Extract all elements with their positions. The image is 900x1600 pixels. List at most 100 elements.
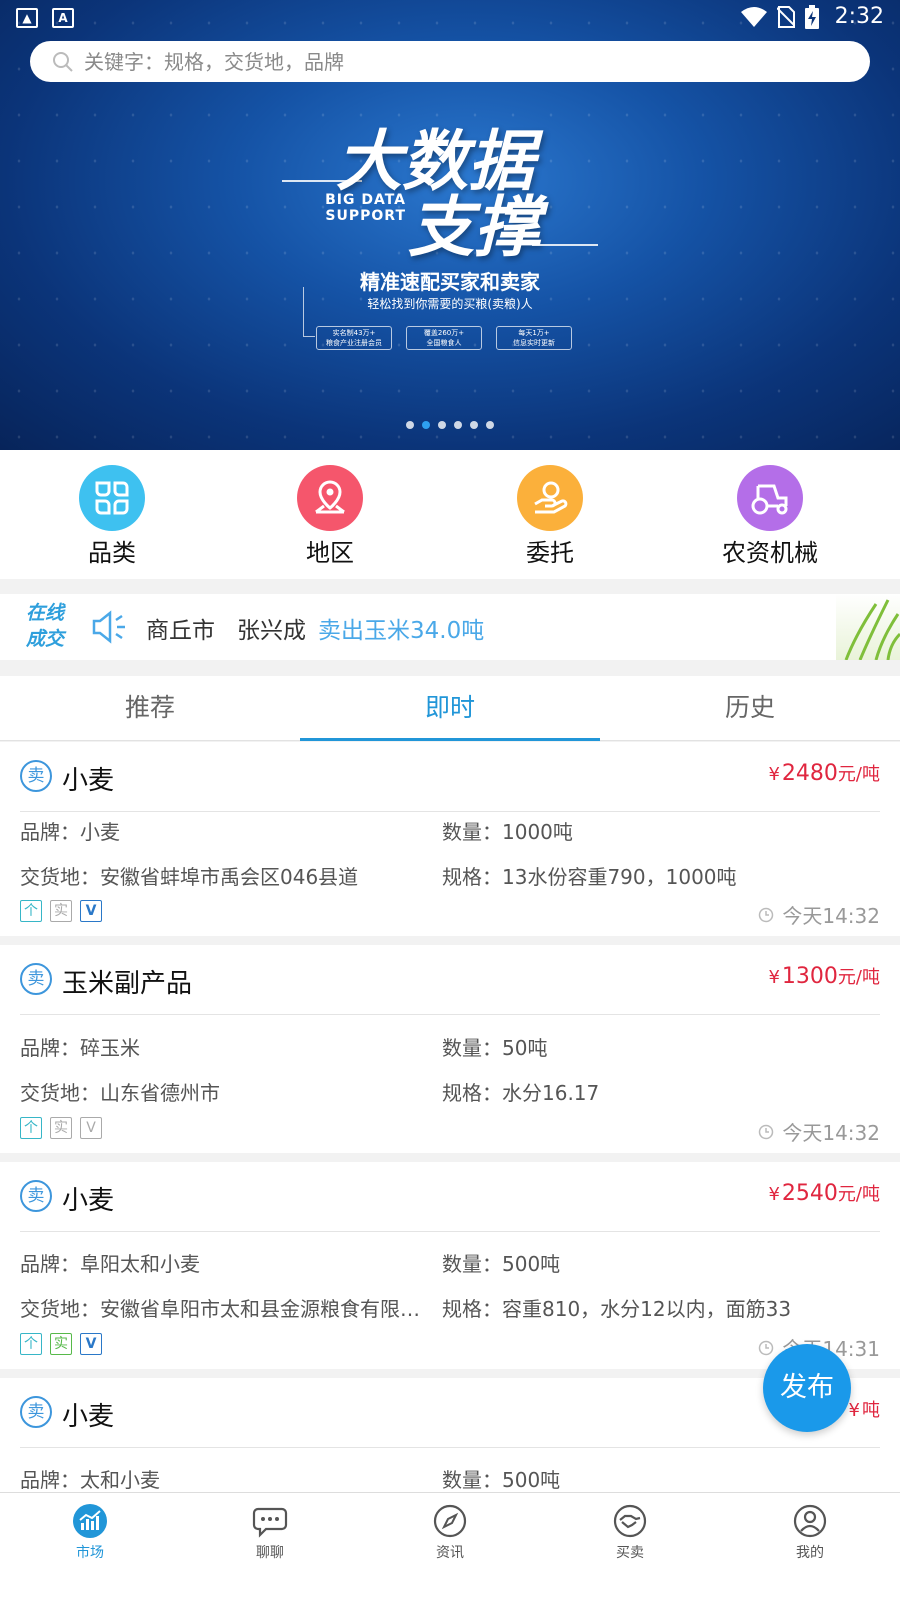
speaker-icon: [92, 610, 125, 644]
banner-page-indicator[interactable]: [0, 421, 900, 429]
clock-icon: [759, 1124, 774, 1139]
bottom-nav: 市场 聊聊 资讯 买卖 我的: [0, 1492, 900, 1600]
listing-price: ¥2540元/吨: [768, 1180, 880, 1206]
price-currency: ¥: [768, 764, 780, 785]
category-diqu[interactable]: 地区: [240, 465, 420, 568]
listing-name: 小麦: [62, 1402, 115, 1432]
brand-label: 品牌：: [20, 1468, 80, 1492]
banner-stat-2-line1: 覆盖260万+: [423, 329, 465, 337]
deal-ticker[interactable]: 在线 成交 商丘市 张兴成 卖出玉米34.0吨: [0, 594, 900, 660]
location-pin-icon: [297, 465, 363, 531]
listing-tabs: 推荐 即时 历史: [0, 676, 900, 741]
tab-instant[interactable]: 即时: [300, 676, 600, 741]
individual-tag: 个: [20, 1333, 42, 1355]
clock: 2:32: [834, 4, 884, 29]
listing-tags: 个 实 V: [20, 900, 102, 922]
banner-stat-2: 覆盖260万+ 全国粮食人: [406, 326, 482, 350]
publish-button[interactable]: 发布: [763, 1344, 851, 1432]
quantity-label: 数量：: [442, 1468, 502, 1492]
page-dot-active[interactable]: [422, 421, 430, 429]
page-dot[interactable]: [486, 421, 494, 429]
page-dot[interactable]: [438, 421, 446, 429]
verified-real-tag: 实: [50, 900, 72, 922]
category-pinlei[interactable]: 品类: [22, 465, 202, 568]
page-dot[interactable]: [470, 421, 478, 429]
nav-item-news[interactable]: 资讯: [360, 1493, 540, 1600]
listing-time: 今天14:32: [758, 900, 880, 929]
listing-quantity: 数量：500吨: [442, 1248, 880, 1277]
listing-tags: 个 实 V: [20, 1117, 102, 1139]
banner-bracket: [303, 287, 315, 337]
listing-quantity: 数量：50吨: [442, 1032, 880, 1061]
no-sim-icon: [776, 5, 795, 28]
listing-spec: 规格：容重810，水分12以内，面筋33: [442, 1293, 880, 1322]
nav-item-chat[interactable]: 聊聊: [180, 1493, 360, 1600]
ticker-action: 卖出玉米34.0吨: [318, 618, 485, 644]
nav-label: 市场: [76, 1545, 104, 1561]
nav-label: 聊聊: [256, 1545, 284, 1561]
listing-price: ¥1300元/吨: [768, 963, 880, 989]
listing-card[interactable]: 卖 玉米副产品 ¥1300元/吨 品牌：碎玉米 数量：50吨 交货地：山东省德州…: [0, 945, 900, 1153]
category-label: 地区: [306, 539, 354, 567]
spec-label: 规格：: [442, 1081, 502, 1105]
font-notification-icon: A: [52, 8, 74, 28]
listing-spec: 规格：13水份容重790，1000吨: [442, 861, 880, 890]
tab-history[interactable]: 历史: [600, 676, 900, 740]
search-icon: [53, 51, 73, 72]
spec-value: 水分16.17: [502, 1081, 600, 1105]
quantity-value: 1000吨: [502, 820, 573, 844]
price-value: 2540: [781, 1181, 838, 1206]
nav-label: 我的: [796, 1545, 824, 1561]
banner-title-en-line1: BIG DATA: [325, 192, 406, 208]
banner-title-en: BIG DATA SUPPORT: [318, 192, 406, 224]
category-label: 品类: [88, 539, 136, 567]
category-nongzi-jixie[interactable]: 农资机械: [680, 465, 860, 568]
listing-spec: 规格：水分16.17: [442, 1077, 880, 1106]
brand-label: 品牌：: [20, 820, 80, 844]
quantity-label: 数量：: [442, 1036, 502, 1060]
category-label: 农资机械: [722, 539, 818, 567]
brand-label: 品牌：: [20, 1036, 80, 1060]
sell-badge: 卖: [20, 1180, 52, 1212]
search-bar[interactable]: [30, 41, 870, 82]
listing-brand: 品牌：太和小麦: [20, 1464, 420, 1493]
search-input[interactable]: [84, 49, 844, 74]
listing-name: 玉米副产品: [62, 969, 193, 999]
nav-item-trade[interactable]: 买卖: [540, 1493, 720, 1600]
brand-value: 太和小麦: [80, 1468, 160, 1492]
spec-label: 规格：: [442, 865, 502, 889]
place-value: 安徽省阜阳市太和县金源粮食有限…: [100, 1297, 420, 1321]
brand-value: 小麦: [80, 820, 120, 844]
listing-delivery-place: 交货地：安徽省阜阳市太和县金源粮食有限…: [20, 1293, 436, 1322]
quantity-label: 数量：: [442, 1252, 502, 1276]
gallery-notification-icon: ▲: [16, 8, 38, 28]
listing-quantity: 数量：500吨: [442, 1464, 880, 1493]
verified-real-tag: 实: [50, 1117, 72, 1139]
tab-recommend[interactable]: 推荐: [0, 676, 300, 740]
ticker-text: 商丘市 张兴成 卖出玉米34.0吨: [146, 611, 484, 645]
vip-tag: V: [80, 900, 102, 922]
category-weituo[interactable]: 委托: [460, 465, 640, 568]
spec-value: 13水份容重790，1000吨: [502, 865, 737, 889]
banner-stat-3: 每天1万+ 信息实时更新: [496, 326, 572, 350]
status-bar: ▲ A 2:32: [0, 0, 900, 36]
nav-item-market[interactable]: 市场: [0, 1493, 180, 1600]
place-value: 安徽省蚌埠市禹会区046县道: [100, 865, 359, 889]
page-dot[interactable]: [454, 421, 462, 429]
clock-icon: [759, 907, 774, 922]
page-dot[interactable]: [406, 421, 414, 429]
nav-item-me[interactable]: 我的: [720, 1493, 900, 1600]
place-label: 交货地：: [20, 1297, 100, 1321]
category-grid: 品类 地区 委托 农资机械: [0, 450, 900, 579]
handshake-icon: [613, 1504, 647, 1538]
listing-name: 小麦: [62, 1186, 115, 1216]
brand-value: 阜阳太和小麦: [80, 1252, 200, 1276]
listing-card[interactable]: 卖 小麦 ¥2480元/吨 品牌：小麦 数量：1000吨 交货地：安徽省蚌埠市禹…: [0, 742, 900, 936]
listing-brand: 品牌：小麦: [20, 816, 420, 845]
individual-tag: 个: [20, 900, 42, 922]
listing-card[interactable]: 卖 小麦 ¥2540元/吨 品牌：阜阳太和小麦 数量：500吨 交货地：安徽省阜…: [0, 1162, 900, 1369]
banner-headline: 精准速配买家和卖家: [360, 270, 540, 294]
price-currency: ¥: [768, 1184, 780, 1205]
market-chart-icon: [73, 1504, 107, 1538]
promo-banner[interactable]: ▲ A 2:32 大数据 BIG DATA SUPPORT 支撑 精准速配买家和…: [0, 0, 900, 450]
